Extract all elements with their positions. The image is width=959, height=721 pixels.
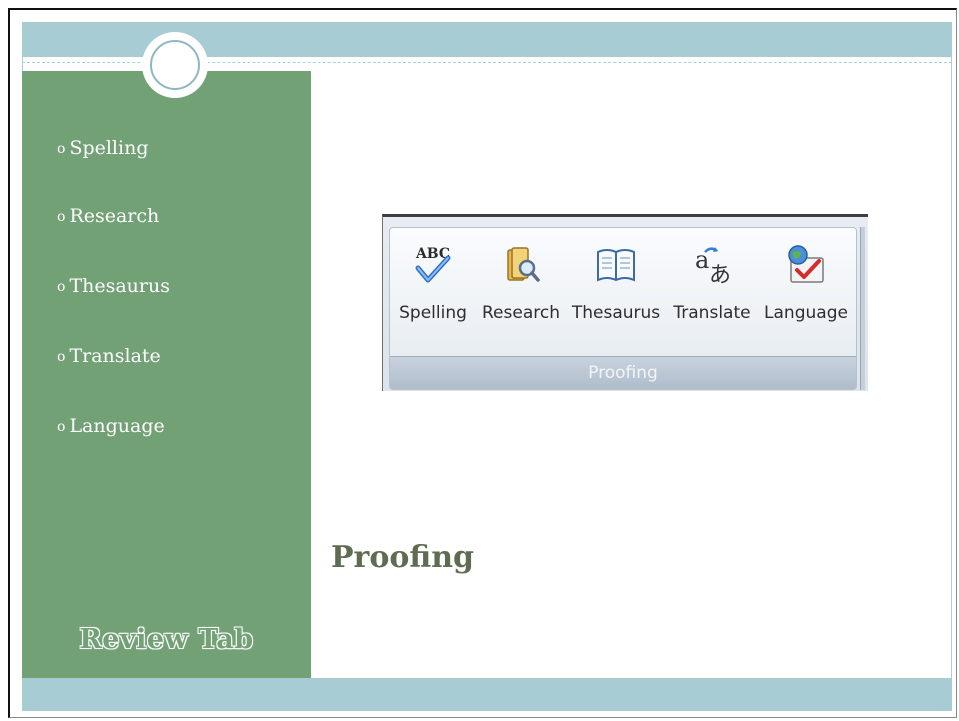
bullet-label: Research — [69, 205, 160, 227]
bullet-item-thesaurus: o Thesaurus — [57, 275, 170, 297]
slide-title: Proofing — [331, 540, 474, 575]
research-book-magnifier-icon — [498, 242, 544, 288]
bullet-label: Translate — [69, 345, 161, 367]
bullet-label: Spelling — [69, 137, 149, 159]
research-label: Research — [482, 303, 560, 323]
bullet-item-research: o Research — [57, 205, 159, 227]
bullet-icon: o — [57, 209, 66, 225]
spelling-abc-check-icon: ABC — [410, 242, 456, 288]
translate-label: Translate — [673, 303, 751, 323]
translate-button[interactable]: a あ Translate — [666, 228, 758, 348]
thesaurus-button[interactable]: Thesaurus — [568, 228, 664, 348]
bullet-item-spelling: o Spelling — [57, 137, 149, 159]
bullet-item-language: o Language — [57, 415, 165, 437]
bullet-label: Thesaurus — [69, 275, 170, 297]
bullet-icon: o — [57, 349, 66, 365]
group-label-proofing: Proofing — [390, 356, 856, 389]
bullet-label: Language — [69, 415, 165, 437]
thesaurus-label: Thesaurus — [571, 303, 661, 323]
language-button[interactable]: Language — [760, 228, 852, 348]
spelling-button[interactable]: ABC Spelling — [392, 228, 474, 348]
ribbon-next-group-edge — [860, 227, 865, 390]
bullet-icon: o — [57, 279, 66, 295]
research-button[interactable]: Research — [476, 228, 566, 348]
sidebar-panel — [22, 71, 311, 678]
proofing-group: ABC Spelling Research Thesaurus a あ Tran… — [389, 227, 857, 390]
decorative-circle-ring — [150, 40, 200, 90]
spelling-label: Spelling — [399, 303, 467, 323]
translate-icon: a あ — [689, 242, 735, 288]
language-label: Language — [764, 303, 848, 323]
bullet-item-translate: o Translate — [57, 345, 161, 367]
bullet-icon: o — [57, 141, 66, 157]
section-label: Review Tab — [79, 624, 254, 655]
bullet-icon: o — [57, 419, 66, 435]
ribbon-screenshot: ABC Spelling Research Thesaurus a あ Tran… — [382, 214, 868, 391]
bottom-band — [22, 678, 952, 711]
language-globe-check-icon — [783, 242, 829, 288]
thesaurus-book-icon — [593, 242, 639, 288]
svg-text:あ: あ — [709, 263, 731, 288]
